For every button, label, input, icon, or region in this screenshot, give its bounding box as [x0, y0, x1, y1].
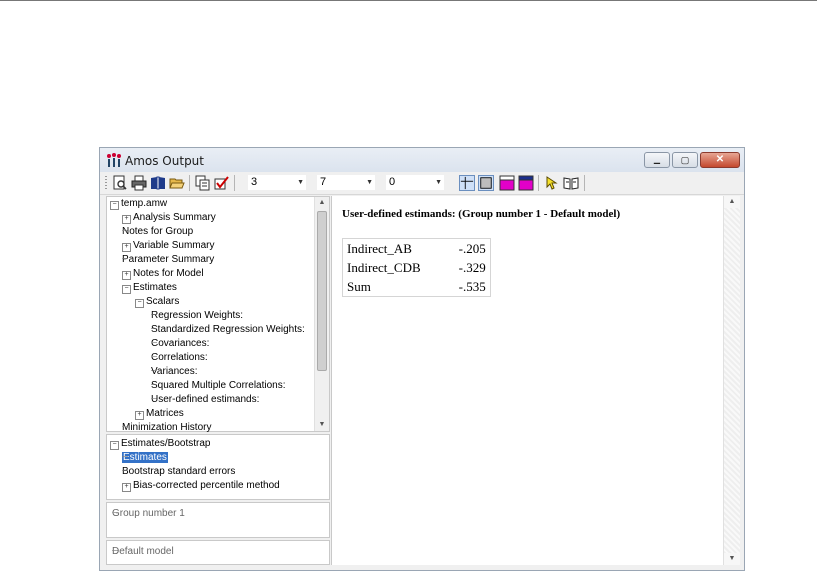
- tree-item-notes-for-model[interactable]: + Notes for Model: [122, 267, 204, 280]
- groups-pane: ┄ Group number 1: [106, 502, 330, 538]
- collapse-icon[interactable]: −: [110, 441, 119, 450]
- close-icon: ✕: [715, 154, 725, 165]
- model-item[interactable]: ┄ Default model: [112, 545, 174, 558]
- collapse-icon[interactable]: −: [122, 285, 131, 294]
- estimand-value: -.329: [458, 260, 486, 275]
- tree-item-variable-summary[interactable]: + Variable Summary: [122, 239, 215, 252]
- dropdown-arrow-icon[interactable]: ▼: [366, 175, 373, 190]
- minimize-button[interactable]: ▁: [644, 152, 670, 168]
- amos-output-window: Amos Output ▁ ▢ ✕ 3 ▼ 7 ▼ 0 ▼ − temp.amw…: [99, 147, 745, 571]
- tree-item-estimates[interactable]: − Estimates: [122, 281, 177, 294]
- estimands-table: Indirect_AB -.205 Indirect_CDB -.329 Sum…: [342, 238, 491, 297]
- tree-item-scalars[interactable]: − Scalars: [135, 295, 179, 308]
- table-rules-icon[interactable]: [459, 175, 475, 191]
- output-tree-pane: − temp.amw + Analysis Summary ┄ Notes for …: [106, 196, 330, 434]
- expand-icon[interactable]: +: [122, 243, 131, 252]
- tree-item-analysis-summary[interactable]: + Analysis Summary: [122, 211, 216, 224]
- title-bar[interactable]: Amos Output ▁ ▢ ✕: [100, 148, 744, 172]
- tree-item-parameter-summary[interactable]: ┄ Parameter Summary: [122, 253, 214, 266]
- tree-item-squared-multiple-correlations[interactable]: ┄ Squared Multiple Correlations:: [151, 379, 286, 392]
- toolbar-separator: [234, 175, 235, 191]
- content-scrollbar[interactable]: ▲ ▼: [723, 196, 740, 565]
- tree-item-notes-for-group[interactable]: ┄ Notes for Group: [122, 225, 193, 238]
- window-title: Amos Output: [125, 154, 204, 168]
- tree-item-matrices[interactable]: + Matrices: [135, 407, 184, 420]
- tree-item-minimization-history[interactable]: ┄ Minimization History: [122, 421, 211, 434]
- copy-icon[interactable]: [195, 175, 211, 191]
- open-folder-icon[interactable]: [169, 175, 185, 191]
- toolbar-separator: [189, 175, 190, 191]
- scroll-up-icon[interactable]: ▲: [315, 197, 329, 209]
- table-border-icon[interactable]: [478, 175, 494, 191]
- toolbar-separator: [538, 175, 539, 191]
- estimand-label: Sum: [347, 279, 371, 294]
- collapse-icon[interactable]: −: [135, 299, 144, 308]
- maximize-icon: ▢: [680, 154, 690, 165]
- estimand-label: Indirect_CDB: [347, 260, 421, 275]
- scroll-up-icon[interactable]: ▲: [724, 196, 740, 208]
- output-content-pane: User-defined estimands: (Group number 1 …: [331, 196, 740, 565]
- maximize-button[interactable]: ▢: [672, 152, 698, 168]
- help-pointer-icon[interactable]: [543, 175, 559, 191]
- toolbar: 3 ▼ 7 ▼ 0 ▼: [100, 172, 744, 195]
- tree-item-root[interactable]: − temp.amw: [110, 197, 167, 210]
- column-width-combo[interactable]: 7 ▼: [317, 175, 375, 190]
- toolbar-grip[interactable]: [105, 176, 107, 190]
- decimals-value: 3: [251, 176, 258, 188]
- expand-icon[interactable]: +: [122, 215, 131, 224]
- table-row: Indirect_AB -.205: [343, 239, 491, 259]
- table-rows-combo[interactable]: 0 ▼: [386, 175, 444, 190]
- column-width-value: 7: [320, 176, 327, 188]
- bootstrap-pane: − Estimates/Bootstrap ┄ Estimates ┄ Boots…: [106, 434, 330, 500]
- expand-icon[interactable]: +: [122, 483, 131, 492]
- scroll-down-icon[interactable]: ▼: [724, 553, 740, 565]
- tree-item-variances[interactable]: ┄ Variances:: [151, 365, 198, 378]
- tree-item-user-defined-estimands[interactable]: ┄ User-defined estimands:: [151, 393, 259, 406]
- tree-item-standardized-regression-weights[interactable]: ┄ Standardized Regression Weights:: [151, 323, 305, 336]
- table-rows-value: 0: [389, 176, 396, 188]
- section-heading: User-defined estimands: (Group number 1 …: [342, 208, 621, 220]
- page-top-rule: [0, 0, 817, 1]
- table-row: Sum -.535: [343, 277, 491, 297]
- print-icon[interactable]: [131, 175, 147, 191]
- bootstrap-root[interactable]: − Estimates/Bootstrap: [110, 437, 210, 450]
- decimals-combo[interactable]: 3 ▼: [248, 175, 306, 190]
- estimand-label: Indirect_AB: [347, 241, 412, 256]
- collapse-icon[interactable]: −: [110, 201, 119, 210]
- bootstrap-item-bias-corrected[interactable]: + Bias-corrected percentile method: [122, 479, 280, 492]
- amos-app-icon: [107, 153, 121, 167]
- tree-scroll-thumb[interactable]: [317, 211, 327, 371]
- tree-item-covariances[interactable]: ┄ Covariances:: [151, 337, 209, 350]
- table-row: Indirect_CDB -.329: [343, 258, 491, 277]
- group-item[interactable]: ┄ Group number 1: [112, 507, 185, 520]
- help-book-icon[interactable]: [563, 175, 579, 191]
- bootstrap-item-standard-errors[interactable]: ┄ Bootstrap standard errors: [122, 465, 235, 478]
- column-color-icon[interactable]: [518, 175, 534, 191]
- expand-icon[interactable]: +: [135, 411, 144, 420]
- dropdown-arrow-icon[interactable]: ▼: [435, 175, 442, 190]
- toolbar-separator: [584, 175, 585, 191]
- estimand-value: -.535: [458, 279, 486, 294]
- book-icon[interactable]: [150, 175, 166, 191]
- tree-item-regression-weights[interactable]: ┄ Regression Weights:: [151, 309, 243, 322]
- close-button[interactable]: ✕: [700, 152, 740, 168]
- bootstrap-item-estimates[interactable]: ┄ Estimates: [122, 451, 168, 464]
- models-pane: ┄ Default model: [106, 540, 330, 565]
- tree-scrollbar[interactable]: ▲ ▼: [314, 197, 329, 431]
- print-preview-icon[interactable]: [112, 175, 128, 191]
- window-controls: ▁ ▢ ✕: [644, 152, 740, 168]
- header-color-icon[interactable]: [499, 175, 515, 191]
- estimand-value: -.205: [458, 241, 486, 256]
- checkbox-options-icon[interactable]: [214, 175, 230, 191]
- scroll-down-icon[interactable]: ▼: [315, 419, 329, 431]
- minimize-icon: ▁: [653, 155, 661, 164]
- dropdown-arrow-icon[interactable]: ▼: [297, 175, 304, 190]
- tree-item-correlations[interactable]: ┄ Correlations:: [151, 351, 208, 364]
- expand-icon[interactable]: +: [122, 271, 131, 280]
